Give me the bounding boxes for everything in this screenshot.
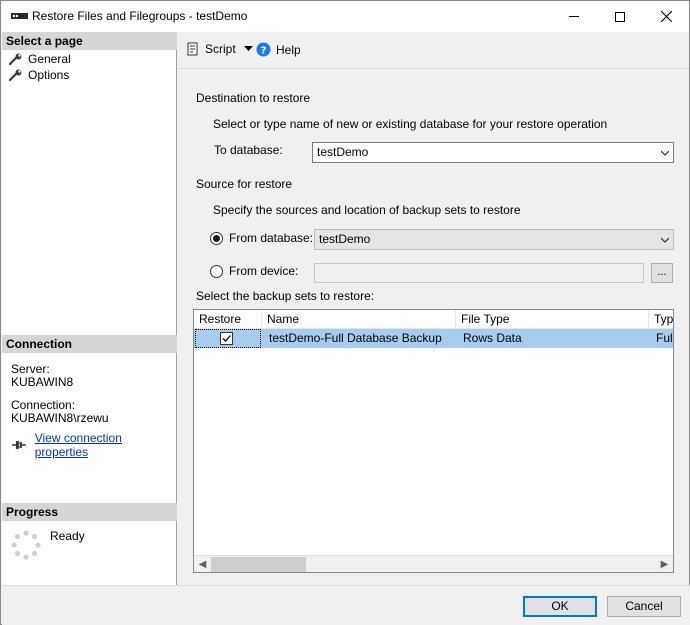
scroll-right-icon[interactable]: ▶ xyxy=(656,556,673,572)
sidebar-item-options[interactable]: Options xyxy=(9,68,69,82)
column-header-file-type[interactable]: File Type xyxy=(456,310,649,329)
to-database-value: testDemo xyxy=(317,145,369,159)
script-label: Script xyxy=(205,42,236,56)
row-type: Full xyxy=(656,331,674,345)
from-device-radio[interactable] xyxy=(210,265,223,278)
destination-group-label: Destination to restore xyxy=(196,91,311,105)
dialog-footer: OK Cancel xyxy=(2,585,690,625)
select-page-header: Select a page xyxy=(2,32,177,50)
window-title: Restore Files and Filegroups - testDemo xyxy=(32,9,248,23)
view-connection-properties[interactable]: View connection properties xyxy=(11,431,176,459)
connection-header: Connection xyxy=(2,335,177,353)
sidebar-item-general[interactable]: General xyxy=(9,52,71,66)
ok-button[interactable]: OK xyxy=(523,596,597,617)
browse-device-button[interactable]: ... xyxy=(651,263,673,283)
general-page: Destination to restore Select or type na… xyxy=(178,69,689,585)
from-database-value: testDemo xyxy=(319,232,371,246)
minimize-icon xyxy=(569,16,579,17)
connection-plug-icon xyxy=(11,441,26,449)
from-database-radio[interactable] xyxy=(210,232,223,245)
scroll-left-icon[interactable]: ◀ xyxy=(194,556,211,572)
grid-header: Restore Name File Type Type xyxy=(194,310,673,329)
title-bar: Restore Files and Filegroups - testDemo xyxy=(1,1,689,32)
column-header-type[interactable]: Type xyxy=(649,310,673,329)
progress-spinner-icon xyxy=(11,530,41,560)
sidebar: Select a page General Options Connection… xyxy=(2,32,177,585)
connection-value: KUBAWIN8\rzewu xyxy=(11,411,109,425)
restore-checkbox[interactable] xyxy=(220,332,233,345)
svg-text:?: ? xyxy=(261,46,267,57)
destination-instruction: Select or type name of new or existing d… xyxy=(213,117,608,131)
column-header-restore[interactable]: Restore xyxy=(194,310,262,329)
to-database-label: To database: xyxy=(214,143,283,157)
chevron-down-icon xyxy=(661,237,669,243)
chevron-down-icon xyxy=(661,150,669,156)
from-device-label: From device: xyxy=(229,264,299,278)
connection-label: Connection: xyxy=(11,398,76,412)
script-button[interactable]: Script xyxy=(186,42,253,56)
from-database-label: From database: xyxy=(229,231,314,245)
backup-sets-grid: Restore Name File Type Type testDemo-Ful… xyxy=(193,309,674,573)
source-instruction: Specify the sources and location of back… xyxy=(213,203,521,217)
close-button[interactable] xyxy=(643,1,689,32)
scrollbar-thumb[interactable] xyxy=(211,557,306,572)
maximize-button[interactable] xyxy=(597,1,643,32)
sidebar-item-label: General xyxy=(28,52,71,66)
view-connection-properties-link[interactable]: View connection properties xyxy=(35,431,176,459)
help-label: Help xyxy=(276,42,301,57)
row-name: testDemo-Full Database Backup xyxy=(269,331,442,345)
to-database-combo[interactable]: testDemo xyxy=(312,142,674,163)
source-group-label: Source for restore xyxy=(196,177,293,191)
column-header-name[interactable]: Name xyxy=(262,310,456,329)
checkmark-icon xyxy=(222,335,231,342)
server-icon xyxy=(11,13,28,19)
progress-status: Ready xyxy=(50,529,85,543)
from-device-input[interactable] xyxy=(314,263,644,283)
maximize-icon xyxy=(615,11,625,22)
toolbar: Script ? Help xyxy=(178,32,689,69)
sidebar-item-label: Options xyxy=(28,68,70,82)
help-button[interactable]: ? Help xyxy=(256,42,301,57)
server-label: Server: xyxy=(11,362,50,376)
horizontal-scrollbar[interactable]: ◀ ▶ xyxy=(194,555,673,572)
backup-sets-label: Select the backup sets to restore: xyxy=(196,289,375,303)
progress-header: Progress xyxy=(2,503,177,521)
wrench-icon xyxy=(9,69,22,81)
chevron-down-icon[interactable] xyxy=(243,46,253,52)
from-database-combo[interactable]: testDemo xyxy=(314,229,674,250)
wrench-icon xyxy=(9,53,22,65)
help-icon: ? xyxy=(256,42,271,57)
minimize-button[interactable] xyxy=(551,1,597,32)
script-icon xyxy=(187,42,198,56)
close-icon xyxy=(660,11,672,22)
table-row[interactable]: testDemo-Full Database Backup Rows Data … xyxy=(194,329,673,348)
restore-dialog: Restore Files and Filegroups - testDemo … xyxy=(0,0,690,625)
row-file-type: Rows Data xyxy=(463,331,522,345)
server-value: KUBAWIN8 xyxy=(11,375,74,389)
cancel-button[interactable]: Cancel xyxy=(607,596,681,617)
